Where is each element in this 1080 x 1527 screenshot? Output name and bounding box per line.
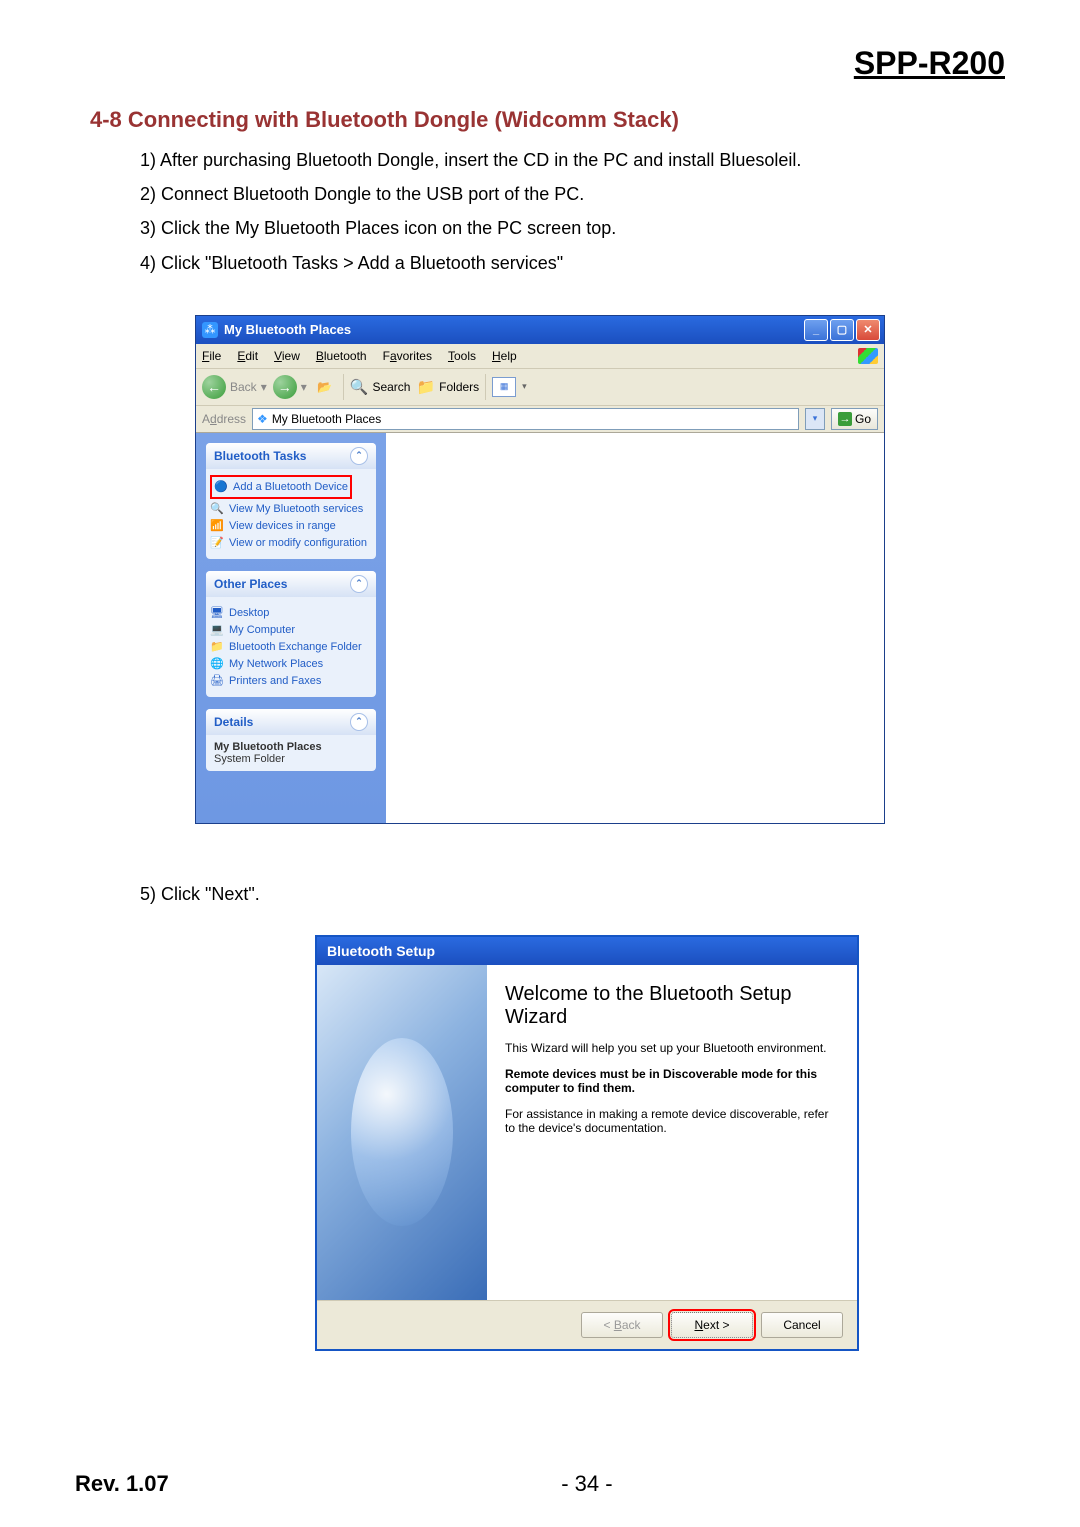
wizard-text-bold: Remote devices must be in Discoverable m… [505, 1067, 839, 1095]
back-icon: ← [202, 375, 226, 399]
next-button[interactable]: Next > [671, 1312, 753, 1338]
sidebar-item-desktop[interactable]: 🖥Desktop [210, 606, 372, 620]
collapse-icon[interactable]: ⌃ [350, 713, 368, 731]
folders-icon: 📁 [416, 378, 435, 396]
window-titlebar[interactable]: ⁂ My Bluetooth Places _ ▢ ✕ [196, 316, 884, 344]
sidebar-item-view-range[interactable]: 📶View devices in range [210, 519, 372, 533]
step-item: 1) After purchasing Bluetooth Dongle, in… [140, 143, 1005, 177]
go-button[interactable]: →Go [831, 408, 878, 430]
config-icon: 📝 [210, 536, 224, 550]
wizard-dialog: Bluetooth Setup Welcome to the Bluetooth… [315, 935, 859, 1351]
step-item: 5) Click "Next". [140, 884, 1005, 905]
other-places-panel: Other Places ⌃ 🖥Desktop 💻My Computer 📁Blu… [206, 571, 376, 697]
back-button[interactable]: ←Back ▾ [202, 375, 267, 399]
collapse-icon[interactable]: ⌃ [350, 575, 368, 593]
step-list: 1) After purchasing Bluetooth Dongle, in… [140, 143, 1005, 280]
step-item: 3) Click the My Bluetooth Places icon on… [140, 211, 1005, 245]
folder-icon: 📁 [210, 640, 224, 654]
sidebar-item-my-computer[interactable]: 💻My Computer [210, 623, 372, 637]
address-label: Address [202, 412, 246, 426]
menu-bluetooth[interactable]: Bluetooth [316, 349, 367, 363]
range-icon: 📶 [210, 519, 224, 533]
sidebar-item-view-services[interactable]: 🔍View My Bluetooth services [210, 502, 372, 516]
network-icon: 🌐 [210, 657, 224, 671]
step-item: 2) Connect Bluetooth Dongle to the USB p… [140, 177, 1005, 211]
sidebar-item-network[interactable]: 🌐My Network Places [210, 657, 372, 671]
menu-help[interactable]: Help [492, 349, 517, 363]
forward-icon: → [273, 375, 297, 399]
panel-heading: Other Places [214, 577, 287, 591]
panel-heading: Details [214, 715, 253, 729]
menu-edit[interactable]: Edit [237, 349, 258, 363]
forward-button[interactable]: → ▾ [273, 375, 307, 399]
windows-flag-icon [858, 348, 878, 364]
search-button[interactable]: 🔍Search [350, 378, 411, 396]
details-panel: Details ⌃ My Bluetooth Places System Fold… [206, 709, 376, 771]
content-area[interactable] [386, 433, 884, 823]
menu-bar: File Edit View Bluetooth Favorites Tools… [196, 344, 884, 369]
search-icon: 🔍 [350, 378, 369, 396]
address-value: My Bluetooth Places [272, 412, 381, 426]
sidebar-item-config[interactable]: 📝View or modify configuration [210, 536, 372, 550]
minimize-button[interactable]: _ [804, 319, 828, 341]
sidebar-item-add-device[interactable]: 🔵Add a Bluetooth Device [214, 480, 348, 494]
sidebar-item-printers[interactable]: 🖨Printers and Faxes [210, 674, 372, 688]
bluetooth-icon: ❖ [257, 412, 268, 426]
product-title: SPP-R200 [75, 45, 1005, 82]
dialog-title[interactable]: Bluetooth Setup [317, 937, 857, 965]
details-type: System Folder [214, 753, 285, 765]
wizard-heading: Welcome to the Bluetooth Setup Wizard [505, 983, 839, 1029]
services-icon: 🔍 [210, 502, 224, 516]
toolbar: ←Back ▾ → ▾ 📂 🔍Search 📁Folders ▦ ▾ [196, 369, 884, 406]
menu-view[interactable]: View [274, 349, 300, 363]
side-panel: Bluetooth Tasks ⌃ 🔵Add a Bluetooth Device… [196, 433, 386, 823]
toolbar-separator [485, 374, 486, 400]
views-dropdown-icon[interactable]: ▾ [522, 381, 527, 392]
desktop-icon: 🖥 [210, 606, 224, 620]
sidebar-item-bt-exchange[interactable]: 📁Bluetooth Exchange Folder [210, 640, 372, 654]
revision-label: Rev. 1.07 [75, 1471, 169, 1497]
bluetooth-tasks-panel: Bluetooth Tasks ⌃ 🔵Add a Bluetooth Device… [206, 443, 376, 559]
printer-icon: 🖨 [210, 674, 224, 688]
address-dropdown[interactable]: ▾ [805, 408, 825, 430]
step-item: 4) Click "Bluetooth Tasks > Add a Blueto… [140, 246, 1005, 280]
details-name: My Bluetooth Places [214, 741, 368, 753]
back-button: < Back [581, 1312, 663, 1338]
explorer-window: ⁂ My Bluetooth Places _ ▢ ✕ File Edit Vi… [195, 315, 885, 824]
wizard-text: This Wizard will help you set up your Bl… [505, 1041, 839, 1055]
bluetooth-icon: ⁂ [202, 322, 218, 338]
section-heading: 4-8 Connecting with Bluetooth Dongle (Wi… [90, 107, 1005, 133]
cancel-button[interactable]: Cancel [761, 1312, 843, 1338]
wizard-sidebar-image [317, 965, 487, 1300]
collapse-icon[interactable]: ⌃ [350, 447, 368, 465]
menu-file[interactable]: File [202, 349, 221, 363]
computer-icon: 💻 [210, 623, 224, 637]
address-bar: Address ❖ My Bluetooth Places ▾ →Go [196, 406, 884, 433]
page-number: - 34 - [561, 1471, 612, 1497]
up-button[interactable]: 📂 [313, 375, 337, 399]
address-field[interactable]: ❖ My Bluetooth Places [252, 408, 799, 430]
views-button[interactable]: ▦ [492, 377, 516, 397]
go-icon: → [838, 412, 852, 426]
menu-tools[interactable]: Tools [448, 349, 476, 363]
toolbar-separator [343, 374, 344, 400]
folders-button[interactable]: 📁Folders [416, 378, 479, 396]
close-button[interactable]: ✕ [856, 319, 880, 341]
maximize-button[interactable]: ▢ [830, 319, 854, 341]
panel-heading: Bluetooth Tasks [214, 449, 306, 463]
dialog-button-row: < Back Next > Cancel [317, 1300, 857, 1349]
wizard-text: For assistance in making a remote device… [505, 1107, 839, 1135]
menu-favorites[interactable]: Favorites [383, 349, 432, 363]
window-title: My Bluetooth Places [224, 322, 804, 337]
bluetooth-icon: 🔵 [214, 480, 228, 494]
